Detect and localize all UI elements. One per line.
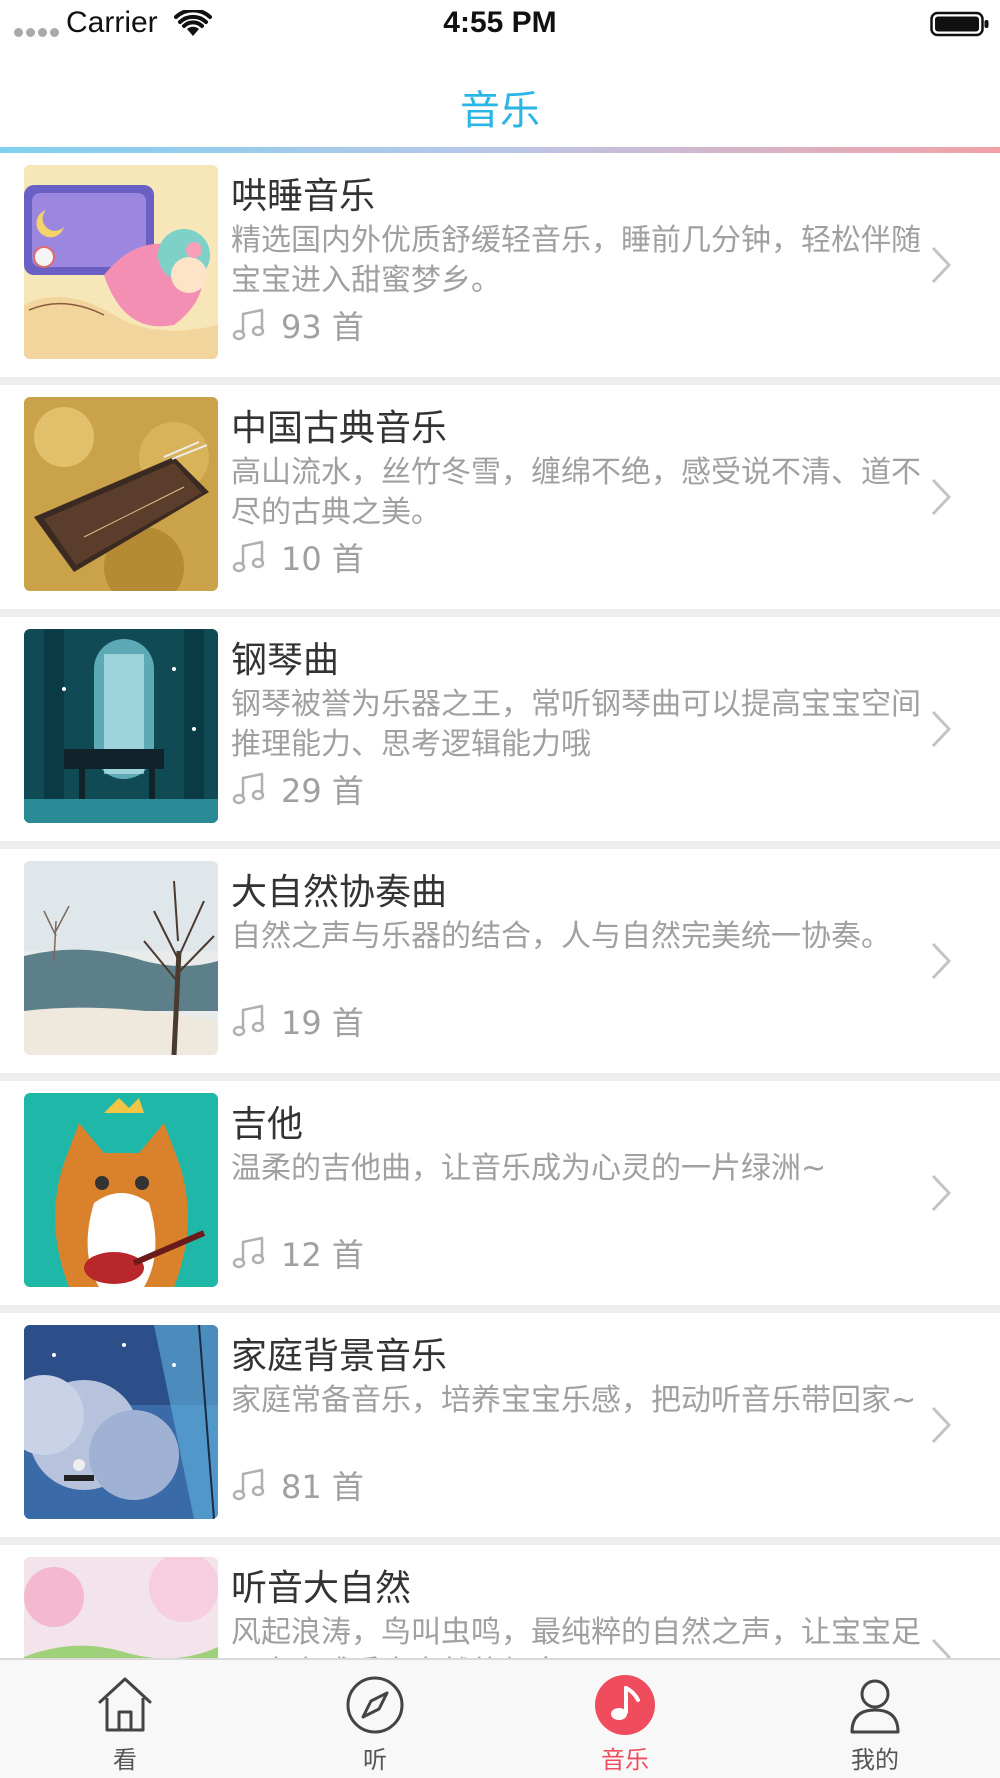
tab-label: 听	[363, 1746, 387, 1774]
category-thumbnail	[24, 1093, 218, 1287]
music-note-icon	[232, 540, 265, 573]
category-thumbnail	[24, 165, 218, 359]
music-category-list[interactable]: 哄睡音乐 精选国内外优质舒缓轻音乐，睡前几分钟，轻松伴随宝宝进入甜蜜梦乡。 93…	[0, 153, 1000, 1658]
list-item[interactable]: 钢琴曲 钢琴被誉为乐器之王，常听钢琴曲可以提高宝宝空间推理能力、思考逻辑能力哦 …	[0, 617, 1000, 841]
music-note-icon	[232, 772, 265, 805]
list-item[interactable]: 中国古典音乐 高山流水，丝竹冬雪，缠绵不绝，感受说不清、道不尽的古典之美。 10…	[0, 385, 1000, 609]
chevron-right-icon	[931, 710, 952, 748]
category-title: 听音大自然	[231, 1568, 412, 1609]
track-count-label: 93 首	[281, 308, 364, 346]
chevron-right-icon	[931, 246, 952, 284]
track-count-label: 19 首	[281, 1004, 364, 1042]
track-count: 29 首	[231, 769, 364, 810]
tab-music[interactable]: 音乐	[500, 1660, 750, 1778]
music-note-icon	[595, 1675, 655, 1735]
music-note-icon	[232, 1236, 265, 1269]
list-item[interactable]: 吉他 温柔的吉他曲，让音乐成为心灵的一片绿洲~ 12 首	[0, 1081, 1000, 1305]
row-separator	[0, 1537, 1000, 1545]
track-count: 12 首	[231, 1233, 364, 1274]
person-icon	[850, 1679, 900, 1734]
list-item[interactable]: 听音大自然 风起浪涛，鸟叫虫鸣，最纯粹的自然之声，让宝宝足不出户感受大自然的气息…	[0, 1545, 1000, 1658]
category-description: 自然之声与乐器的结合，人与自然完美统一协奏。	[231, 919, 891, 954]
compass-icon	[346, 1676, 404, 1734]
chevron-right-icon	[931, 1638, 952, 1658]
category-description: 温柔的吉他曲，让音乐成为心灵的一片绿洲~	[231, 1151, 827, 1186]
track-count: 93 首	[231, 305, 364, 346]
track-count: 19 首	[231, 1001, 364, 1042]
home-icon	[98, 1677, 152, 1732]
category-thumbnail	[24, 629, 218, 823]
chevron-right-icon	[931, 1406, 952, 1444]
row-separator	[0, 841, 1000, 849]
music-note-icon	[232, 1004, 265, 1037]
category-thumbnail	[24, 1557, 218, 1658]
category-title: 大自然协奏曲	[231, 872, 448, 913]
page-title: 音乐	[460, 88, 540, 134]
row-separator	[0, 609, 1000, 617]
category-description: 钢琴被誉为乐器之王，常听钢琴曲可以提高宝宝空间推理能力、思考逻辑能力哦	[231, 687, 921, 762]
category-title: 哄睡音乐	[231, 176, 376, 217]
track-count-label: 12 首	[281, 1236, 364, 1274]
chevron-right-icon	[931, 478, 952, 516]
track-count-label: 81 首	[281, 1468, 364, 1506]
tab-label: 音乐	[601, 1746, 649, 1774]
music-note-icon	[232, 1468, 265, 1501]
tab-label: 我的	[851, 1746, 899, 1774]
category-description: 高山流水，丝竹冬雪，缠绵不绝，感受说不清、道不尽的古典之美。	[231, 455, 921, 530]
tab-bar: 看 听 音乐 我的	[0, 1658, 1000, 1778]
track-count-label: 29 首	[281, 772, 364, 810]
tab-label: 看	[113, 1746, 137, 1774]
chevron-right-icon	[931, 1174, 952, 1212]
category-thumbnail	[24, 1325, 218, 1519]
category-title: 中国古典音乐	[231, 408, 448, 449]
row-separator	[0, 377, 1000, 385]
list-item[interactable]: 哄睡音乐 精选国内外优质舒缓轻音乐，睡前几分钟，轻松伴随宝宝进入甜蜜梦乡。 93…	[0, 153, 1000, 377]
track-count: 10 首	[231, 537, 364, 578]
category-title: 家庭背景音乐	[231, 1336, 448, 1377]
row-separator	[0, 1073, 1000, 1081]
category-title: 钢琴曲	[231, 640, 340, 681]
nav-bar: 音乐	[0, 50, 1000, 150]
tab-profile[interactable]: 我的	[750, 1660, 1000, 1778]
status-bar: Carrier 4:55 PM	[0, 0, 1000, 50]
category-description: 风起浪涛，鸟叫虫鸣，最纯粹的自然之声，让宝宝足不出户感受大自然的气息。	[231, 1615, 921, 1658]
tab-watch[interactable]: 看	[0, 1660, 250, 1778]
track-count: 81 首	[231, 1465, 364, 1506]
category-description: 精选国内外优质舒缓轻音乐，睡前几分钟，轻松伴随宝宝进入甜蜜梦乡。	[231, 223, 921, 298]
category-thumbnail	[24, 861, 218, 1055]
category-description: 家庭常备音乐，培养宝宝乐感，把动听音乐带回家~	[231, 1383, 917, 1418]
music-note-icon	[232, 308, 265, 341]
chevron-right-icon	[931, 942, 952, 980]
category-title: 吉他	[231, 1104, 304, 1145]
list-item[interactable]: 家庭背景音乐 家庭常备音乐，培养宝宝乐感，把动听音乐带回家~ 81 首	[0, 1313, 1000, 1537]
track-count-label: 10 首	[281, 540, 364, 578]
category-thumbnail	[24, 397, 218, 591]
row-separator	[0, 1305, 1000, 1313]
list-item[interactable]: 大自然协奏曲 自然之声与乐器的结合，人与自然完美统一协奏。 19 首	[0, 849, 1000, 1073]
tab-listen[interactable]: 听	[250, 1660, 500, 1778]
battery-icon	[930, 11, 989, 37]
status-time: 4:55 PM	[443, 6, 557, 39]
